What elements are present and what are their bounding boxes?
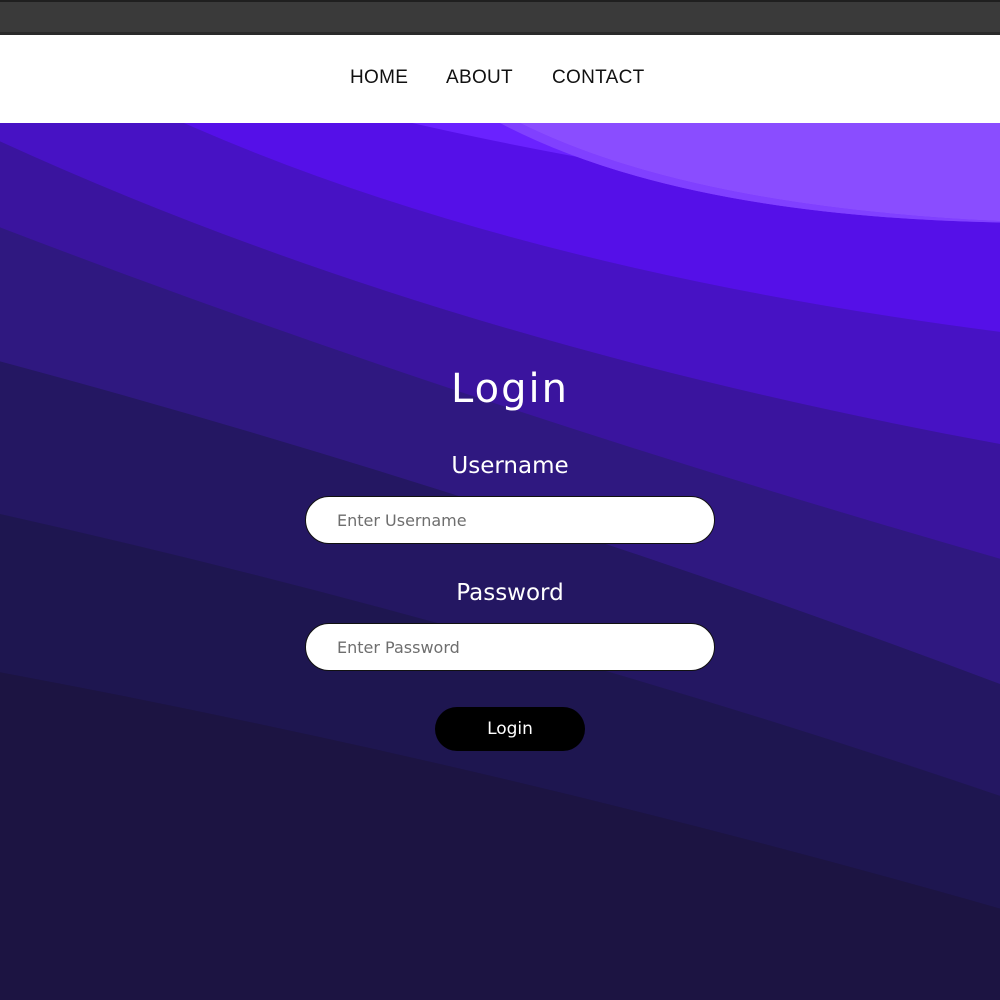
password-label: Password xyxy=(456,580,564,606)
wave-background xyxy=(0,123,1000,1000)
login-title: Login xyxy=(451,366,569,412)
nav-home-link[interactable]: HOME xyxy=(350,67,408,89)
username-input[interactable] xyxy=(305,496,715,544)
password-input[interactable] xyxy=(305,623,715,671)
top-navbar: HOME ABOUT CONTACT xyxy=(0,35,1000,123)
login-submit-button[interactable]: Login xyxy=(435,707,585,751)
nav-about-link[interactable]: ABOUT xyxy=(446,67,513,89)
nav-contact-link[interactable]: CONTACT xyxy=(552,67,645,89)
username-label: Username xyxy=(451,453,569,479)
browser-top-bar xyxy=(0,0,1000,35)
login-hero-section: Login Username Password Login xyxy=(0,123,1000,1000)
